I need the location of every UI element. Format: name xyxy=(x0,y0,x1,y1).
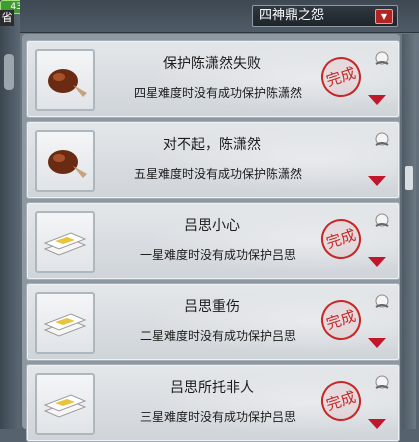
side-tag: 省 xyxy=(0,10,14,26)
achievement-desc: 三星难度时没有成功保护吕思 xyxy=(139,410,296,424)
item-slot xyxy=(35,130,95,192)
achievement-title: 吕思重伤 xyxy=(184,299,240,315)
achievement-title: 保护陈潇然失败 xyxy=(163,56,261,72)
expand-arrow-icon[interactable] xyxy=(366,255,388,269)
left-scroll-thumb[interactable] xyxy=(4,54,14,90)
achievement-card[interactable]: 吕思小心 一星难度时没有成功保护吕思 完成 xyxy=(26,202,400,280)
reward-egg-icon[interactable] xyxy=(372,49,392,69)
achievement-desc: 四星难度时没有成功保护陈潇然 xyxy=(133,86,302,100)
scrollbar-thumb[interactable] xyxy=(405,166,413,190)
scroll-stack-icon xyxy=(43,313,87,337)
scroll-stack-icon xyxy=(43,394,87,418)
achievement-card[interactable]: 对不起，陈潇然 五星难度时没有成功保护陈潇然 xyxy=(26,121,400,199)
reward-egg-icon[interactable] xyxy=(372,292,392,312)
pouch-icon xyxy=(48,69,87,97)
achievement-card[interactable]: 吕思重伤 二星难度时没有成功保护吕思 完成 xyxy=(26,283,400,361)
item-slot xyxy=(35,49,95,111)
achievement-card[interactable]: 保护陈潇然失败 四星难度时没有成功保护陈潇然 完成 xyxy=(26,40,400,118)
dropdown-arrow-icon[interactable]: ▼ xyxy=(375,9,393,24)
achievement-title: 吕思所托非人 xyxy=(170,380,254,396)
achievement-title: 对不起，陈潇然 xyxy=(163,137,261,153)
achievement-desc: 五星难度时没有成功保护陈潇然 xyxy=(133,167,302,181)
reward-egg-icon[interactable] xyxy=(372,211,392,231)
expand-arrow-icon[interactable] xyxy=(366,336,388,350)
expand-arrow-icon[interactable] xyxy=(366,174,388,188)
reward-egg-icon[interactable] xyxy=(372,373,392,393)
dropdown-label: 四神鼎之怨 xyxy=(259,8,325,23)
achievement-card[interactable]: 吕思所托非人 三星难度时没有成功保护吕思 完成 xyxy=(26,364,400,442)
category-dropdown[interactable]: 四神鼎之怨 ▼ xyxy=(252,5,398,27)
scroll-stack-icon xyxy=(43,232,87,256)
achievement-desc: 二星难度时没有成功保护吕思 xyxy=(139,329,296,343)
item-slot xyxy=(35,211,95,273)
item-slot xyxy=(35,373,95,435)
item-slot xyxy=(35,292,95,354)
expand-arrow-icon[interactable] xyxy=(366,93,388,107)
achievement-desc: 一星难度时没有成功保护吕思 xyxy=(139,248,296,262)
reward-egg-icon[interactable] xyxy=(372,130,392,150)
scrollbar[interactable] xyxy=(402,34,416,429)
achievement-title: 吕思小心 xyxy=(184,218,240,234)
pouch-icon xyxy=(48,150,87,178)
